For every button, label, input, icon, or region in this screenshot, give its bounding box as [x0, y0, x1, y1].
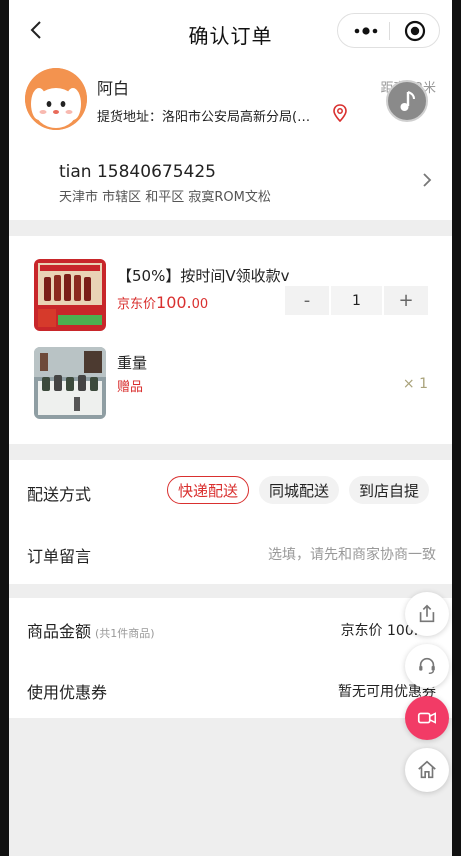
share-icon [419, 604, 435, 623]
customer-service-button[interactable] [405, 644, 449, 688]
goods-count: (共1件商品) [95, 627, 155, 640]
video-button[interactable] [405, 696, 449, 740]
screen-edge-left [0, 0, 9, 856]
more-dots-icon[interactable] [350, 21, 382, 41]
store-name: 阿白 [97, 79, 130, 98]
shipping-options: 快递配送 同城配送 到店自提 [167, 476, 430, 504]
home-button[interactable] [405, 748, 449, 792]
product-1-price: 京东价100.00 [117, 293, 208, 312]
target-close-icon[interactable] [404, 20, 426, 42]
coupon-label: 使用优惠券 [27, 683, 108, 702]
capsule-divider [389, 22, 390, 40]
increase-button[interactable]: + [384, 286, 428, 315]
pickup-address: 提货地址：洛阳市公安局高新分局(… [97, 110, 311, 125]
product-2-quantity: × 1 [402, 376, 428, 392]
price-prefix: 京东价 [117, 297, 157, 312]
order-remark-input[interactable]: 选填，请先和商家协商一致 [268, 544, 436, 564]
chevron-right-icon[interactable] [420, 170, 434, 190]
shipping-method-label: 配送方式 [27, 485, 92, 504]
goods-amount-title: 商品金额 [27, 622, 92, 641]
product-1-image[interactable] [34, 259, 106, 331]
share-button[interactable] [405, 592, 449, 636]
nav-bar: 确认订单 [9, 0, 452, 62]
shipping-option-express[interactable]: 快递配送 [167, 476, 250, 504]
price-decimal: 00 [191, 297, 209, 312]
video-icon [417, 712, 436, 724]
music-player-button[interactable] [386, 80, 428, 122]
recipient-address: 天津市 市辖区 和平区 寂寞ROM文松 [59, 190, 271, 205]
customer-service-icon [419, 657, 435, 675]
location-pin-icon[interactable] [332, 104, 348, 122]
gift-tag: 赠品 [117, 380, 144, 395]
order-remark-label: 订单留言 [27, 547, 92, 566]
product-2-title: 重量 [117, 354, 148, 372]
delivery-address-card[interactable] [9, 146, 452, 220]
mini-program-capsule [337, 13, 440, 48]
music-note-icon [400, 91, 415, 111]
screen-edge-right [452, 0, 461, 856]
shipping-option-same-city[interactable]: 同城配送 [259, 476, 340, 504]
product-2-image[interactable] [34, 347, 106, 419]
shipping-option-pickup[interactable]: 到店自提 [349, 476, 430, 504]
quantity-stepper: - 1 + [285, 286, 428, 315]
home-icon [418, 760, 436, 779]
page: 确认订单 阿白 距离12米 提 [9, 0, 452, 856]
decrease-button[interactable]: - [285, 286, 329, 315]
quantity-field[interactable]: 1 [331, 286, 382, 315]
price-integer: 100. [156, 293, 192, 312]
recipient-name-phone: tian 15840675425 [59, 162, 216, 182]
product-1-title: 【50%】按时间V领收款v [117, 267, 290, 285]
goods-amount-label: 商品金额 (共1件商品) [27, 618, 155, 642]
store-avatar [25, 68, 87, 130]
